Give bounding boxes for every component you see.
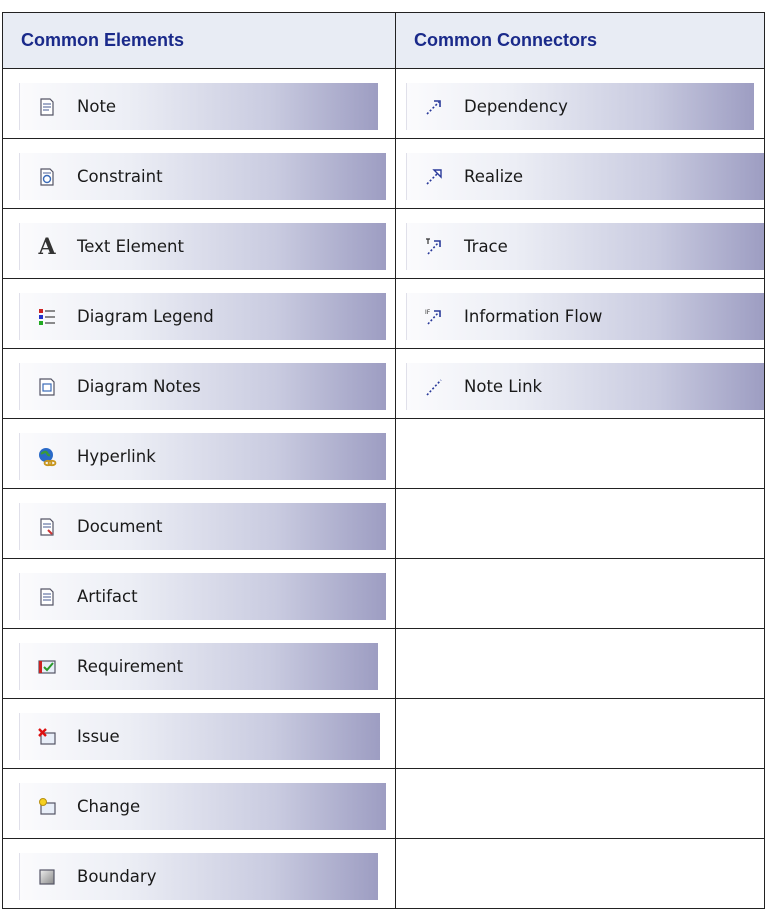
change-icon xyxy=(35,796,59,818)
toolbox-item-label: Trace xyxy=(464,237,508,256)
issue-icon xyxy=(35,726,59,748)
common-elements-header: Common Elements xyxy=(2,12,396,69)
information-flow-icon: IF xyxy=(422,306,446,328)
toolbox-item-label: Change xyxy=(77,797,141,816)
note-link-icon xyxy=(422,376,446,398)
toolbox-item-diagram-notes[interactable]: Diagram Notes xyxy=(19,363,386,410)
toolbox-item-label: Note Link xyxy=(464,377,543,396)
boundary-icon xyxy=(35,866,59,888)
toolbox-item-document[interactable]: Document xyxy=(19,503,386,550)
toolbox-item-note[interactable]: Note xyxy=(19,83,378,130)
toolbox-item-label: Note xyxy=(77,97,117,116)
connectors-cell: Note Link xyxy=(395,348,765,419)
elements-cell: Change xyxy=(2,768,396,839)
toolbox-item-text-element[interactable]: A Text Element xyxy=(19,223,386,270)
elements-cell: Issue xyxy=(2,698,396,769)
elements-cell: Boundary xyxy=(2,838,396,909)
toolbox-item-dependency[interactable]: Dependency xyxy=(406,83,754,130)
elements-cell: Document xyxy=(2,488,396,559)
toolbox-item-label: Diagram Notes xyxy=(77,377,201,396)
toolbox-item-constraint[interactable]: Constraint xyxy=(19,153,386,200)
toolbox-item-issue[interactable]: Issue xyxy=(19,713,380,760)
toolbox-item-label: Text Element xyxy=(77,237,184,256)
connectors-cell: Trace xyxy=(395,208,765,279)
connectors-cell: Dependency xyxy=(395,68,765,139)
toolbox-item-hyperlink[interactable]: Hyperlink xyxy=(19,433,386,480)
toolbox-table: Common Elements Common Connectors Note D… xyxy=(2,12,765,909)
toolbox-item-label: Realize xyxy=(464,167,523,186)
toolbox-item-label: Constraint xyxy=(77,167,163,186)
toolbox-item-label: Information Flow xyxy=(464,307,603,326)
connectors-cell: IF Information Flow xyxy=(395,278,765,349)
connectors-cell xyxy=(395,838,765,909)
connectors-cell xyxy=(395,418,765,489)
toolbox-item-change[interactable]: Change xyxy=(19,783,386,830)
connectors-cell: Realize xyxy=(395,138,765,209)
toolbox-item-label: Diagram Legend xyxy=(77,307,214,326)
diagram-notes-icon xyxy=(35,376,59,398)
constraint-icon xyxy=(35,166,59,188)
elements-cell: Artifact xyxy=(2,558,396,629)
trace-icon xyxy=(422,236,446,258)
connectors-cell xyxy=(395,558,765,629)
svg-text:IF: IF xyxy=(425,309,431,316)
toolbox-item-requirement[interactable]: Requirement xyxy=(19,643,378,690)
connectors-cell xyxy=(395,698,765,769)
diagram-legend-icon xyxy=(35,306,59,328)
elements-cell: Diagram Legend xyxy=(2,278,396,349)
connectors-cell xyxy=(395,488,765,559)
note-icon xyxy=(35,96,59,118)
toolbox-item-diagram-legend[interactable]: Diagram Legend xyxy=(19,293,386,340)
artifact-icon xyxy=(35,586,59,608)
toolbox-item-information-flow[interactable]: IF Information Flow xyxy=(406,293,764,340)
toolbox-item-label: Requirement xyxy=(77,657,184,676)
realize-icon xyxy=(422,166,446,188)
toolbox-item-label: Dependency xyxy=(464,97,568,116)
toolbox-item-artifact[interactable]: Artifact xyxy=(19,573,386,620)
dependency-icon xyxy=(422,96,446,118)
toolbox-item-realize[interactable]: Realize xyxy=(406,153,764,200)
toolbox-item-label: Hyperlink xyxy=(77,447,156,466)
document-icon xyxy=(35,516,59,538)
requirement-icon xyxy=(35,656,59,678)
connectors-cell xyxy=(395,768,765,839)
elements-cell: Constraint xyxy=(2,138,396,209)
common-connectors-header: Common Connectors xyxy=(395,12,765,69)
toolbox-item-boundary[interactable]: Boundary xyxy=(19,853,378,900)
toolbox-item-label: Artifact xyxy=(77,587,138,606)
hyperlink-icon xyxy=(35,446,59,468)
elements-cell: Note xyxy=(2,68,396,139)
elements-cell: Hyperlink xyxy=(2,418,396,489)
toolbox-item-label: Boundary xyxy=(77,867,157,886)
toolbox-item-label: Document xyxy=(77,517,163,536)
toolbox-item-trace[interactable]: Trace xyxy=(406,223,764,270)
elements-cell: Requirement xyxy=(2,628,396,699)
toolbox-item-label: Issue xyxy=(77,727,120,746)
elements-cell: Diagram Notes xyxy=(2,348,396,419)
connectors-cell xyxy=(395,628,765,699)
text-element-icon: A xyxy=(38,233,56,260)
elements-cell: A Text Element xyxy=(2,208,396,279)
toolbox-item-note-link[interactable]: Note Link xyxy=(406,363,764,410)
